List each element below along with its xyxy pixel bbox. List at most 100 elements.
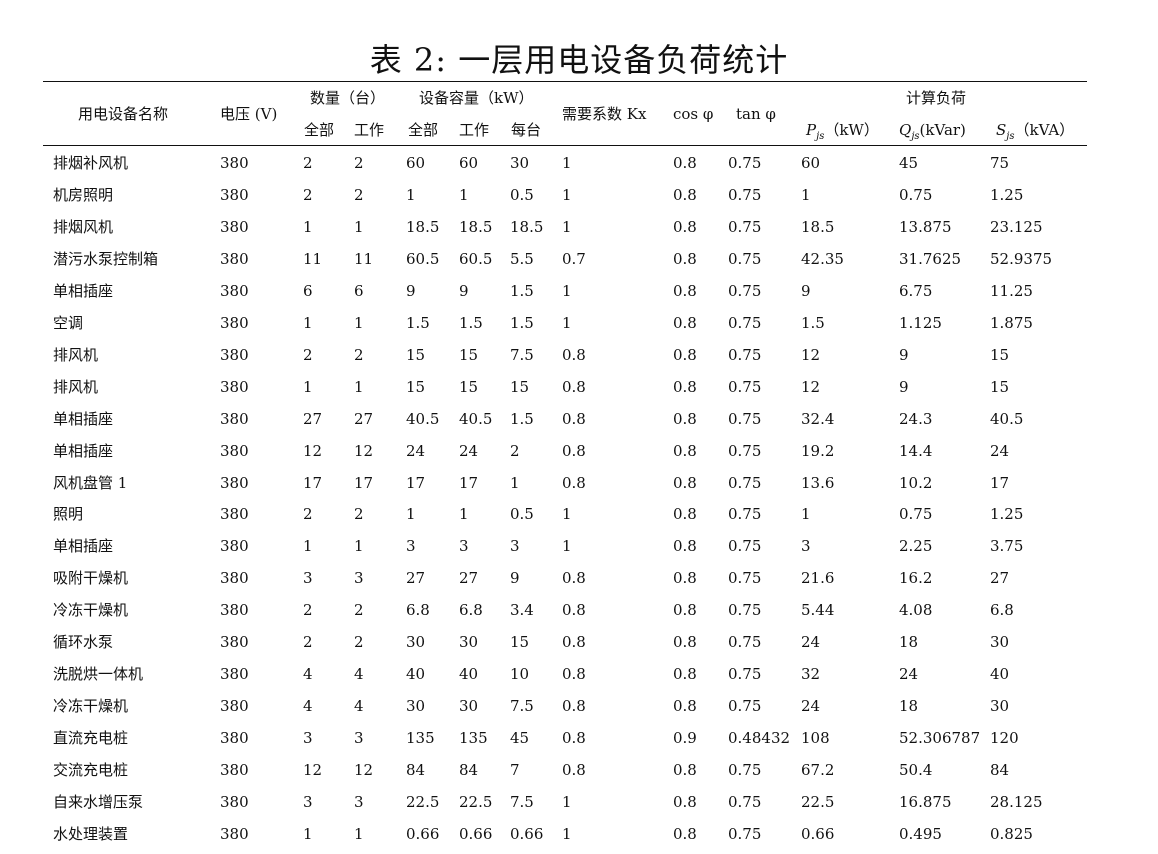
cell-cap-each: 15	[510, 377, 530, 396]
cell-qty-work: 3	[354, 729, 364, 748]
cell-cap-each: 0.5	[510, 185, 534, 204]
cell-cap-work: 1	[459, 505, 469, 524]
cell-kx: 1	[562, 824, 572, 843]
cell-qjs: 16.875	[899, 793, 952, 811]
cell-tan: 0.75	[728, 185, 762, 204]
table-row: 冷冻干燥机 380 4 4 30 30 7.5 0.8 0.8 0.75 24 18 30	[0, 696, 1158, 720]
sjs-symbol: S	[996, 121, 1007, 139]
cell-cap-each: 45	[510, 729, 530, 748]
cell-cap-each: 7.5	[510, 793, 534, 811]
cell-sjs: 15	[990, 345, 1010, 364]
cell-sjs: 23.125	[990, 217, 1043, 236]
cell-voltage: 380	[220, 345, 249, 364]
cell-pjs: 67.2	[801, 761, 835, 780]
cell-kx: 0.8	[562, 569, 586, 588]
cell-qjs: 14.4	[899, 441, 933, 460]
cell-kx: 0.8	[562, 601, 586, 620]
cell-cap-work: 3	[459, 537, 469, 556]
cell-cap-each: 7.5	[510, 345, 534, 364]
qjs-symbol: Q	[899, 121, 912, 139]
cell-cap-work: 40.5	[459, 409, 493, 428]
cell-voltage: 380	[220, 665, 249, 684]
cell-qjs: 18	[899, 697, 919, 716]
cell-qty-all: 1	[303, 537, 313, 556]
cell-qty-work: 27	[354, 409, 374, 428]
cell-cos: 0.8	[673, 441, 697, 460]
header-cap-each: 每台	[511, 121, 542, 139]
table-row: 机房照明 380 2 2 1 1 0.5 1 0.8 0.75 1 0.75 1.25	[0, 185, 1158, 209]
cell-pjs: 42.35	[801, 249, 844, 268]
cell-pjs: 3	[801, 537, 811, 556]
cell-sjs: 40	[990, 665, 1010, 684]
cell-cos: 0.8	[673, 824, 697, 843]
cell-cap-work: 30	[459, 633, 479, 652]
cell-voltage: 380	[220, 505, 249, 524]
cell-pjs: 60	[801, 154, 821, 172]
cell-cap-work: 17	[459, 473, 479, 492]
cell-qjs: 2.25	[899, 537, 933, 556]
cell-qty-all: 6	[303, 281, 313, 300]
cell-kx: 0.8	[562, 473, 586, 492]
cell-cap-all: 0.66	[406, 824, 440, 843]
cell-voltage: 380	[220, 217, 249, 236]
qjs-sub: js	[911, 131, 920, 142]
cell-name: 自来水增压泵	[53, 793, 144, 811]
cell-sjs: 28.125	[990, 793, 1043, 811]
header-name: 用电设备名称	[78, 105, 169, 123]
pjs-symbol: P	[806, 121, 817, 139]
cell-tan: 0.75	[728, 793, 762, 811]
cell-kx: 0.7	[562, 249, 586, 268]
cell-cos: 0.8	[673, 537, 697, 556]
cell-cap-all: 30	[406, 697, 426, 716]
cell-cos: 0.8	[673, 313, 697, 332]
cell-tan: 0.75	[728, 249, 762, 268]
cell-pjs: 24	[801, 697, 821, 716]
cell-tan: 0.75	[728, 313, 762, 332]
cell-cos: 0.9	[673, 729, 697, 748]
cell-cos: 0.8	[673, 601, 697, 620]
cell-cap-work: 40	[459, 665, 479, 684]
cell-qty-all: 27	[303, 409, 323, 428]
cell-cap-each: 7.5	[510, 697, 534, 716]
header-qty-all: 全部	[304, 121, 335, 139]
cell-cos: 0.8	[673, 345, 697, 364]
cell-cap-work: 60	[459, 154, 479, 172]
table-row: 排烟补风机 380 2 2 60 60 30 1 0.8 0.75 60 45 75	[0, 153, 1158, 177]
cell-cap-all: 15	[406, 345, 426, 364]
page-title: 表 2: 一层用电设备负荷统计	[369, 41, 789, 79]
table-row: 风机盘管 1 380 17 17 17 17 1 0.8 0.8 0.75 13.6 10.2 17	[0, 473, 1158, 497]
cell-qjs: 4.08	[899, 601, 933, 620]
cell-qty-all: 12	[303, 761, 323, 780]
cell-cap-work: 6.8	[459, 601, 483, 620]
cell-voltage: 380	[220, 793, 249, 811]
cell-qty-all: 2	[303, 185, 313, 204]
cell-cos: 0.8	[673, 185, 697, 204]
cell-cap-each: 15	[510, 633, 530, 652]
cell-cap-each: 30	[510, 154, 530, 172]
cell-tan: 0.75	[728, 377, 762, 396]
sjs-sub: js	[1006, 131, 1015, 142]
cell-pjs: 0.66	[801, 824, 835, 843]
cell-cap-all: 40	[406, 665, 426, 684]
table-row: 洗脱烘一体机 380 4 4 40 40 10 0.8 0.8 0.75 32 24 40	[0, 664, 1158, 688]
cell-kx: 1	[562, 793, 572, 811]
cell-qty-work: 3	[354, 569, 364, 588]
cell-qty-all: 4	[303, 697, 313, 716]
top-rule	[43, 81, 1087, 83]
cell-qty-work: 1	[354, 537, 364, 556]
cell-qjs: 52.306787	[899, 729, 981, 748]
cell-cos: 0.8	[673, 633, 697, 652]
cell-cap-all: 135	[406, 729, 435, 748]
cell-sjs: 17	[990, 473, 1010, 492]
cell-pjs: 5.44	[801, 601, 835, 620]
cell-name: 直流充电桩	[53, 729, 129, 748]
table-row: 单相插座 380 6 6 9 9 1.5 1 0.8 0.75 9 6.75 11.25	[0, 281, 1158, 305]
cell-sjs: 3.75	[990, 537, 1024, 556]
cell-cap-all: 3	[406, 537, 416, 556]
cell-qty-all: 3	[303, 729, 313, 748]
cell-qjs: 45	[899, 154, 919, 172]
cell-pjs: 22.5	[801, 793, 835, 811]
cell-cap-each: 10	[510, 665, 530, 684]
cell-qty-work: 1	[354, 217, 364, 236]
cell-tan: 0.75	[728, 537, 762, 556]
